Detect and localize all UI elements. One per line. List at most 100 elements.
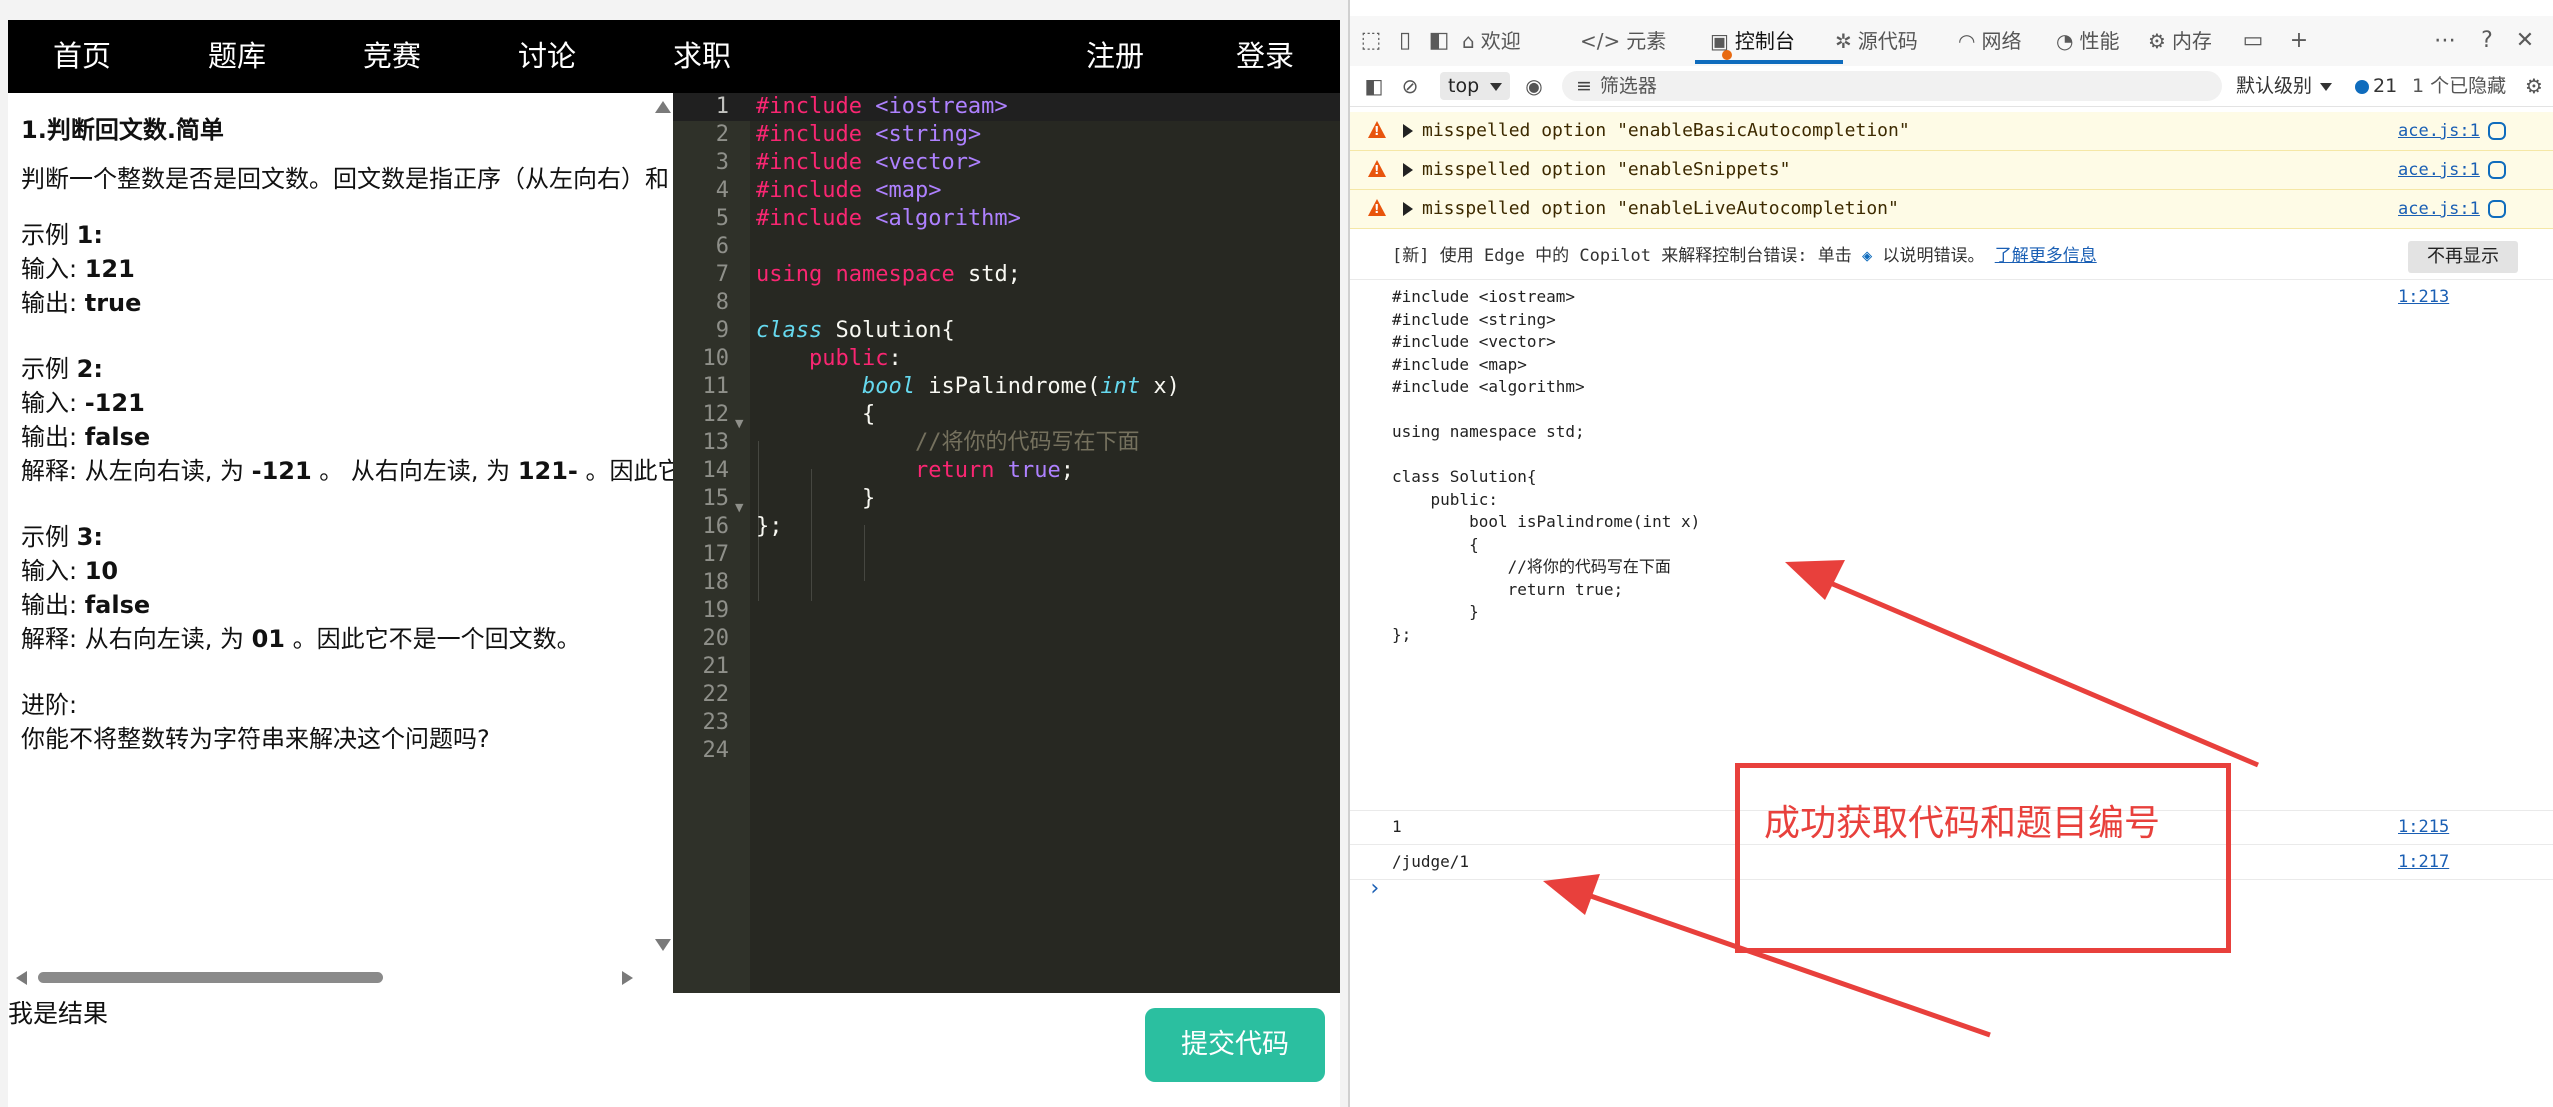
advanced-label: 进阶: bbox=[21, 691, 78, 719]
help-icon[interactable]: ? bbox=[2474, 28, 2500, 54]
line-number: 1 bbox=[715, 94, 729, 119]
source-link[interactable]: 1:217 bbox=[2398, 845, 2449, 879]
code-line: }; bbox=[756, 514, 783, 539]
console-prompt-chevron-icon[interactable]: › bbox=[1368, 876, 1381, 901]
code-line: return true; bbox=[915, 458, 1074, 483]
devtools-tabbar: ⬚ ▯ ◧ ⌂ 欢迎 </> 元素 ▣ 控制台 ✲ 源代码 ◠ 网络 ◔ 性能 ⚙ 内存 ▭ … bbox=[1350, 16, 2553, 67]
copilot-explain-icon[interactable] bbox=[2488, 200, 2506, 218]
indent-guide bbox=[864, 525, 865, 581]
dont-show-again-button[interactable]: 不再显示 bbox=[2408, 241, 2518, 273]
expand-arrow-icon[interactable] bbox=[1403, 163, 1413, 177]
line-number: 2 bbox=[715, 122, 729, 147]
nav-discuss[interactable]: 讨论 bbox=[518, 20, 576, 93]
source-link[interactable]: 1:213 bbox=[2398, 284, 2449, 310]
more-options-icon[interactable]: ⋯ bbox=[2432, 28, 2458, 54]
close-devtools-icon[interactable]: ✕ bbox=[2512, 28, 2538, 54]
home-icon: ⌂ bbox=[1462, 29, 1475, 53]
result-text: 我是结果 bbox=[8, 999, 109, 1028]
message-count-badge[interactable]: 21 bbox=[2355, 66, 2397, 106]
console-log-entry: #include <iostream> #include <string> #i… bbox=[1350, 280, 2553, 811]
warning-icon bbox=[1368, 121, 1386, 138]
fold-arrow-icon[interactable]: ▼ bbox=[735, 410, 743, 438]
copilot-explain-icon[interactable] bbox=[2488, 161, 2506, 179]
copilot-explain-icon[interactable] bbox=[2488, 122, 2506, 140]
eye-icon[interactable]: ◉ bbox=[1522, 74, 1546, 98]
line-number: 9 bbox=[715, 318, 729, 343]
line-number: 15 bbox=[702, 486, 730, 511]
code-line: class Solution{ bbox=[756, 318, 955, 343]
expand-arrow-icon[interactable] bbox=[1403, 124, 1413, 138]
login-link[interactable]: 登录 bbox=[1236, 20, 1294, 93]
clear-console-icon[interactable]: ⊘ bbox=[1398, 74, 1422, 98]
tab-network[interactable]: ◠ 网络 bbox=[1958, 16, 2021, 66]
console-error-dot-icon bbox=[1722, 50, 1732, 60]
application-panel-icon[interactable]: ▭ bbox=[2240, 28, 2266, 54]
problem-vertical-scrollbar[interactable] bbox=[653, 97, 673, 957]
warning-row[interactable]: misspelled option "enableLiveAutocomplet… bbox=[1350, 190, 2553, 229]
nav-jobs[interactable]: 求职 bbox=[673, 20, 731, 93]
console-settings-gear-icon[interactable]: ⚙ bbox=[2522, 74, 2546, 98]
scrollbar-thumb[interactable] bbox=[38, 972, 383, 983]
code-line: //将你的代码写在下面 bbox=[915, 430, 1140, 455]
learn-more-link[interactable]: 了解更多信息 bbox=[1995, 246, 2097, 266]
context-select[interactable]: top bbox=[1440, 72, 1510, 100]
source-link[interactable]: ace.js:1 bbox=[2398, 112, 2480, 150]
warning-icon bbox=[1368, 199, 1386, 216]
warning-row[interactable]: misspelled option "enableBasicAutocomple… bbox=[1350, 112, 2553, 151]
expand-arrow-icon[interactable] bbox=[1403, 202, 1413, 216]
scroll-down-arrow-icon[interactable] bbox=[655, 939, 671, 951]
line-number: 5 bbox=[715, 206, 729, 231]
annotation-box bbox=[1735, 763, 2231, 953]
register-link[interactable]: 注册 bbox=[1086, 20, 1144, 93]
line-number: 24 bbox=[702, 738, 730, 763]
gear-icon: ⚙ bbox=[2148, 29, 2166, 53]
scroll-left-arrow-icon[interactable] bbox=[16, 971, 27, 985]
hidden-count: 1 个已隐藏 bbox=[2412, 75, 2507, 97]
tab-elements[interactable]: </> 元素 bbox=[1580, 16, 1666, 66]
source-link[interactable]: 1:215 bbox=[2398, 810, 2449, 844]
gauge-icon: ◔ bbox=[2056, 29, 2074, 53]
inspect-element-icon[interactable]: ⬚ bbox=[1358, 28, 1384, 54]
line-number: 3 bbox=[715, 150, 729, 175]
log-message: /judge/1 bbox=[1392, 852, 1470, 871]
active-tab-indicator bbox=[1695, 60, 1843, 64]
tab-welcome[interactable]: ⌂ 欢迎 bbox=[1462, 16, 1521, 66]
submit-code-button[interactable]: 提交代码 bbox=[1145, 1008, 1325, 1082]
line-number: 11 bbox=[702, 374, 730, 399]
code-line: #include <string> bbox=[756, 122, 982, 147]
filter-input[interactable]: ≡ 筛选器 bbox=[1562, 71, 2222, 101]
line-number: 13 bbox=[702, 430, 730, 455]
chevron-down-icon bbox=[1490, 83, 1502, 91]
line-number: 19 bbox=[702, 598, 730, 623]
warning-row[interactable]: misspelled option "enableSnippets" ace.j… bbox=[1350, 151, 2553, 190]
problem-horizontal-scrollbar[interactable] bbox=[12, 966, 638, 988]
nav-home[interactable]: 首页 bbox=[53, 20, 111, 93]
tab-memory[interactable]: ⚙ 内存 bbox=[2148, 16, 2212, 66]
source-link[interactable]: ace.js:1 bbox=[2398, 190, 2480, 228]
example-3: 示例 3: 输入: 10 输出: false 解释: 从右向左读, 为 01 。… bbox=[21, 523, 581, 653]
tab-sources[interactable]: ✲ 源代码 bbox=[1835, 16, 1918, 66]
problem-panel[interactable]: 1.判断回文数.简单 判断一个整数是否是回文数。回文数是指正序（从左向右）和 示… bbox=[8, 93, 673, 993]
line-number: 17 bbox=[702, 542, 730, 567]
fold-arrow-icon[interactable]: ▼ bbox=[735, 494, 743, 522]
nav-contests[interactable]: 竞赛 bbox=[363, 20, 421, 93]
line-number: 7 bbox=[715, 262, 729, 287]
chevron-down-icon bbox=[2320, 82, 2333, 91]
annotation-text: 成功获取代码和题目编号 bbox=[1764, 803, 2161, 844]
dock-sidebar-icon[interactable]: ◧ bbox=[1426, 28, 1452, 54]
scroll-right-arrow-icon[interactable] bbox=[622, 971, 633, 985]
code-editor[interactable]: 1 2 3 4 5 6 7 8 9 10 11 12 13 14 15 16 17 18 19 20 21 22 23 24 … bbox=[673, 93, 1340, 993]
example-1: 示例 1: 输入: 121 输出: true bbox=[21, 221, 142, 317]
tab-performance[interactable]: ◔ 性能 bbox=[2056, 16, 2119, 66]
message-bubble-icon bbox=[2355, 79, 2369, 94]
nav-problems[interactable]: 题库 bbox=[208, 20, 266, 93]
log-level-select[interactable]: 默认级别 bbox=[2236, 66, 2333, 106]
advanced-section: 进阶: 你能不将整数转为字符串来解决这个问题吗? bbox=[21, 688, 490, 756]
line-number: 21 bbox=[702, 654, 730, 679]
add-tab-plus-icon[interactable]: + bbox=[2286, 28, 2312, 54]
device-emulation-icon[interactable]: ▯ bbox=[1392, 28, 1418, 54]
source-link[interactable]: ace.js:1 bbox=[2398, 151, 2480, 189]
sidebar-toggle-icon[interactable]: ◧ bbox=[1362, 74, 1386, 98]
code-line: { bbox=[862, 402, 876, 427]
scroll-up-arrow-icon[interactable] bbox=[655, 101, 671, 113]
